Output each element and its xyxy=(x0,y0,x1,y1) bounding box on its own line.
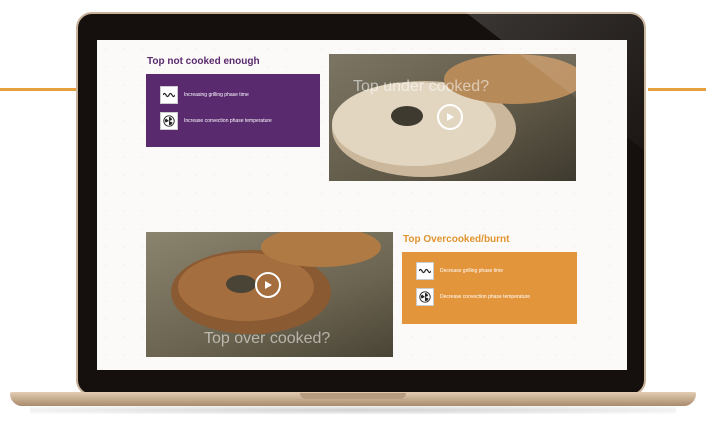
video-top-under-cooked[interactable]: Top under cooked? xyxy=(329,54,576,181)
laptop-screen: Top not cooked enough Increasing grillin… xyxy=(97,40,627,370)
tip-label: Increasing grilling phase time xyxy=(184,92,249,98)
accent-line-left xyxy=(0,88,78,91)
tip-row-grill: Increasing grilling phase time xyxy=(160,86,249,104)
tips-panel-not-cooked: Increasing grilling phase time Increase … xyxy=(146,74,320,147)
tip-row-fan: Increase convection phase temperature xyxy=(160,112,272,130)
tips-panel-overcooked: Decrease grilling phase time Decrease co… xyxy=(402,252,577,324)
play-icon xyxy=(447,113,454,121)
section-title-overcooked: Top Overcooked/burnt xyxy=(403,234,510,245)
tip-label: Decrease grilling phase time xyxy=(440,268,504,274)
fan-icon xyxy=(416,288,434,306)
play-button[interactable] xyxy=(255,272,281,298)
play-button[interactable] xyxy=(437,104,463,130)
tip-label: Increase convection phase temperature xyxy=(184,118,272,124)
tip-row-grill: Decrease grilling phase time xyxy=(416,262,503,280)
laptop-notch xyxy=(300,393,406,399)
tip-row-fan: Decrease convection phase temperature xyxy=(416,288,530,306)
video-top-over-cooked[interactable]: Top over cooked? xyxy=(146,232,393,357)
video-caption: Top under cooked? xyxy=(353,78,490,95)
grill-icon xyxy=(160,86,178,104)
play-icon xyxy=(265,281,272,289)
video-caption: Top over cooked? xyxy=(204,330,331,347)
section-title-not-cooked: Top not cooked enough xyxy=(147,56,260,67)
grill-icon xyxy=(416,262,434,280)
tip-label: Decrease convection phase temperature xyxy=(440,294,531,300)
laptop-shadow xyxy=(30,406,676,414)
fan-icon xyxy=(160,112,178,130)
accent-line-right xyxy=(648,88,706,91)
